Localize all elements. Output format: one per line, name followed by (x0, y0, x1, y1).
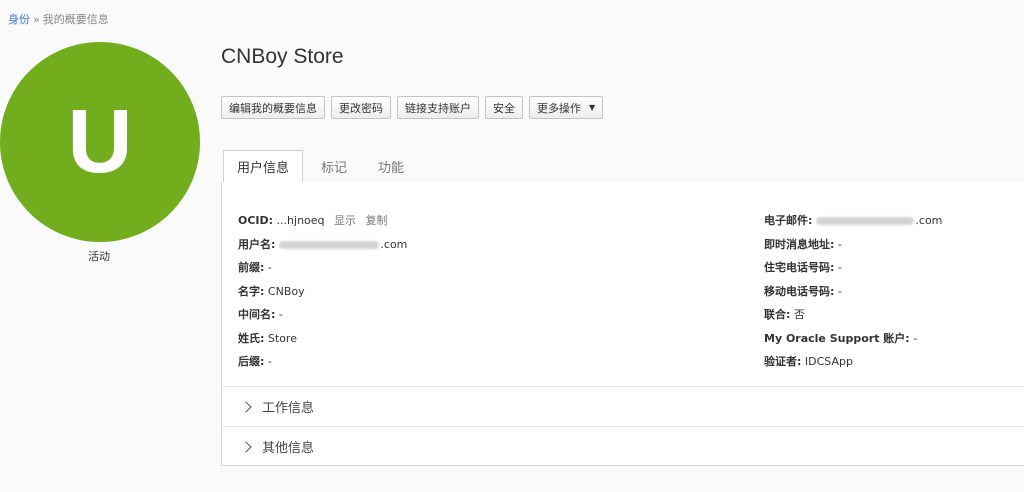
first-name-value: CNBoy (267, 284, 305, 298)
chevron-right-icon (240, 440, 252, 453)
im-value: - (837, 237, 842, 251)
prefix-label: 前缀: (238, 261, 265, 274)
email-value-suffix: .com (915, 214, 943, 227)
im-label: 即时消息地址: (764, 237, 835, 251)
mos-account-value: - (913, 331, 918, 345)
other-info-label: 其他信息 (262, 441, 315, 456)
verifier-row: 验证者: IDCSApp (764, 353, 942, 377)
action-toolbar: 编辑我的概要信息 更改密码 链接支持账户 安全 更多操作 ▼ (221, 96, 604, 119)
work-info-label: 工作信息 (262, 401, 315, 416)
email-row: 电子邮件: .com (764, 212, 942, 236)
suffix-label: 后缀: (238, 355, 265, 368)
mobile-phone-label: 移动电话号码: (764, 284, 835, 298)
verifier-label: 验证者: (764, 355, 802, 368)
suffix-row: 后缀: - (238, 353, 407, 377)
link-support-account-button[interactable]: 链接支持账户 (397, 96, 479, 119)
home-phone-value: - (837, 261, 842, 274)
more-actions-button[interactable]: 更多操作 ▼ (529, 96, 604, 119)
middle-name-row: 中间名: - (238, 306, 407, 330)
tab-user-info[interactable]: 用户信息 (223, 150, 304, 183)
username-label: 用户名: (238, 237, 276, 251)
middle-name-label: 中间名: (238, 308, 276, 321)
username-redacted (279, 240, 380, 249)
home-phone-label: 住宅电话号码: (764, 261, 835, 274)
user-info-left-column: OCID: ...hjnoeq 显示 复制 用户名: .com 前缀: - 名字:… (238, 212, 407, 377)
more-actions-label: 更多操作 (537, 101, 581, 115)
tab-bar: 用户信息 标记 功能 (221, 150, 1024, 183)
ocid-label: OCID: (238, 214, 274, 227)
page-title: CNBoy Store (221, 45, 344, 68)
user-info-right-column: 电子邮件: .com 即时消息地址: - 住宅电话号码: - 移动电话号码: - … (764, 212, 942, 377)
prefix-value: - (267, 261, 272, 274)
work-info-section[interactable]: 工作信息 (222, 386, 1024, 426)
last-name-label: 姓氏: (238, 331, 265, 345)
ocid-row: OCID: ...hjnoeq 显示 复制 (238, 212, 407, 236)
status-label: 活动 (88, 250, 110, 263)
ocid-value: ...hjnoeq (276, 214, 325, 227)
ocid-show-link[interactable]: 显示 (334, 214, 356, 227)
breadcrumb: 身份» 我的概要信息 (8, 11, 109, 27)
breadcrumb-identity-link[interactable]: 身份 (8, 13, 30, 26)
username-value-suffix: .com (380, 237, 408, 251)
middle-name-value: - (278, 308, 283, 321)
ocid-copy-link[interactable]: 复制 (366, 214, 388, 227)
email-label: 电子邮件: (764, 214, 813, 227)
last-name-value: Store (267, 331, 297, 345)
federated-label: 联合: (764, 308, 791, 321)
chevron-right-icon (240, 400, 252, 413)
avatar: U (0, 42, 200, 242)
user-info-panel: OCID: ...hjnoeq 显示 复制 用户名: .com 前缀: - 名字:… (221, 182, 1024, 466)
last-name-row: 姓氏: Store (238, 330, 407, 354)
federated-row: 联合: 否 (764, 306, 942, 330)
im-row: 即时消息地址: - (764, 236, 942, 260)
username-row: 用户名: .com (238, 236, 407, 260)
avatar-letter: U (67, 91, 133, 192)
tab-tags[interactable]: 标记 (308, 150, 360, 182)
mobile-phone-value: - (837, 284, 842, 298)
mobile-phone-row: 移动电话号码: - (764, 283, 942, 307)
other-info-section[interactable]: 其他信息 (222, 426, 1024, 466)
change-password-button[interactable]: 更改密码 (331, 96, 391, 119)
mos-account-label: My Oracle Support 账户: (764, 331, 910, 345)
security-button[interactable]: 安全 (485, 96, 523, 119)
mos-account-row: My Oracle Support 账户: - (764, 330, 942, 354)
prefix-row: 前缀: - (238, 259, 407, 283)
suffix-value: - (267, 355, 272, 368)
caret-down-icon: ▼ (589, 103, 596, 112)
verifier-value: IDCSApp (804, 355, 853, 368)
edit-profile-button[interactable]: 编辑我的概要信息 (221, 96, 325, 119)
first-name-row: 名字: CNBoy (238, 283, 407, 307)
breadcrumb-separator: » (33, 13, 40, 26)
first-name-label: 名字: (238, 284, 265, 298)
tab-features[interactable]: 功能 (365, 150, 417, 182)
federated-value: 否 (793, 308, 805, 321)
email-redacted (816, 217, 915, 225)
breadcrumb-current: 我的概要信息 (42, 13, 109, 26)
home-phone-row: 住宅电话号码: - (764, 259, 942, 283)
